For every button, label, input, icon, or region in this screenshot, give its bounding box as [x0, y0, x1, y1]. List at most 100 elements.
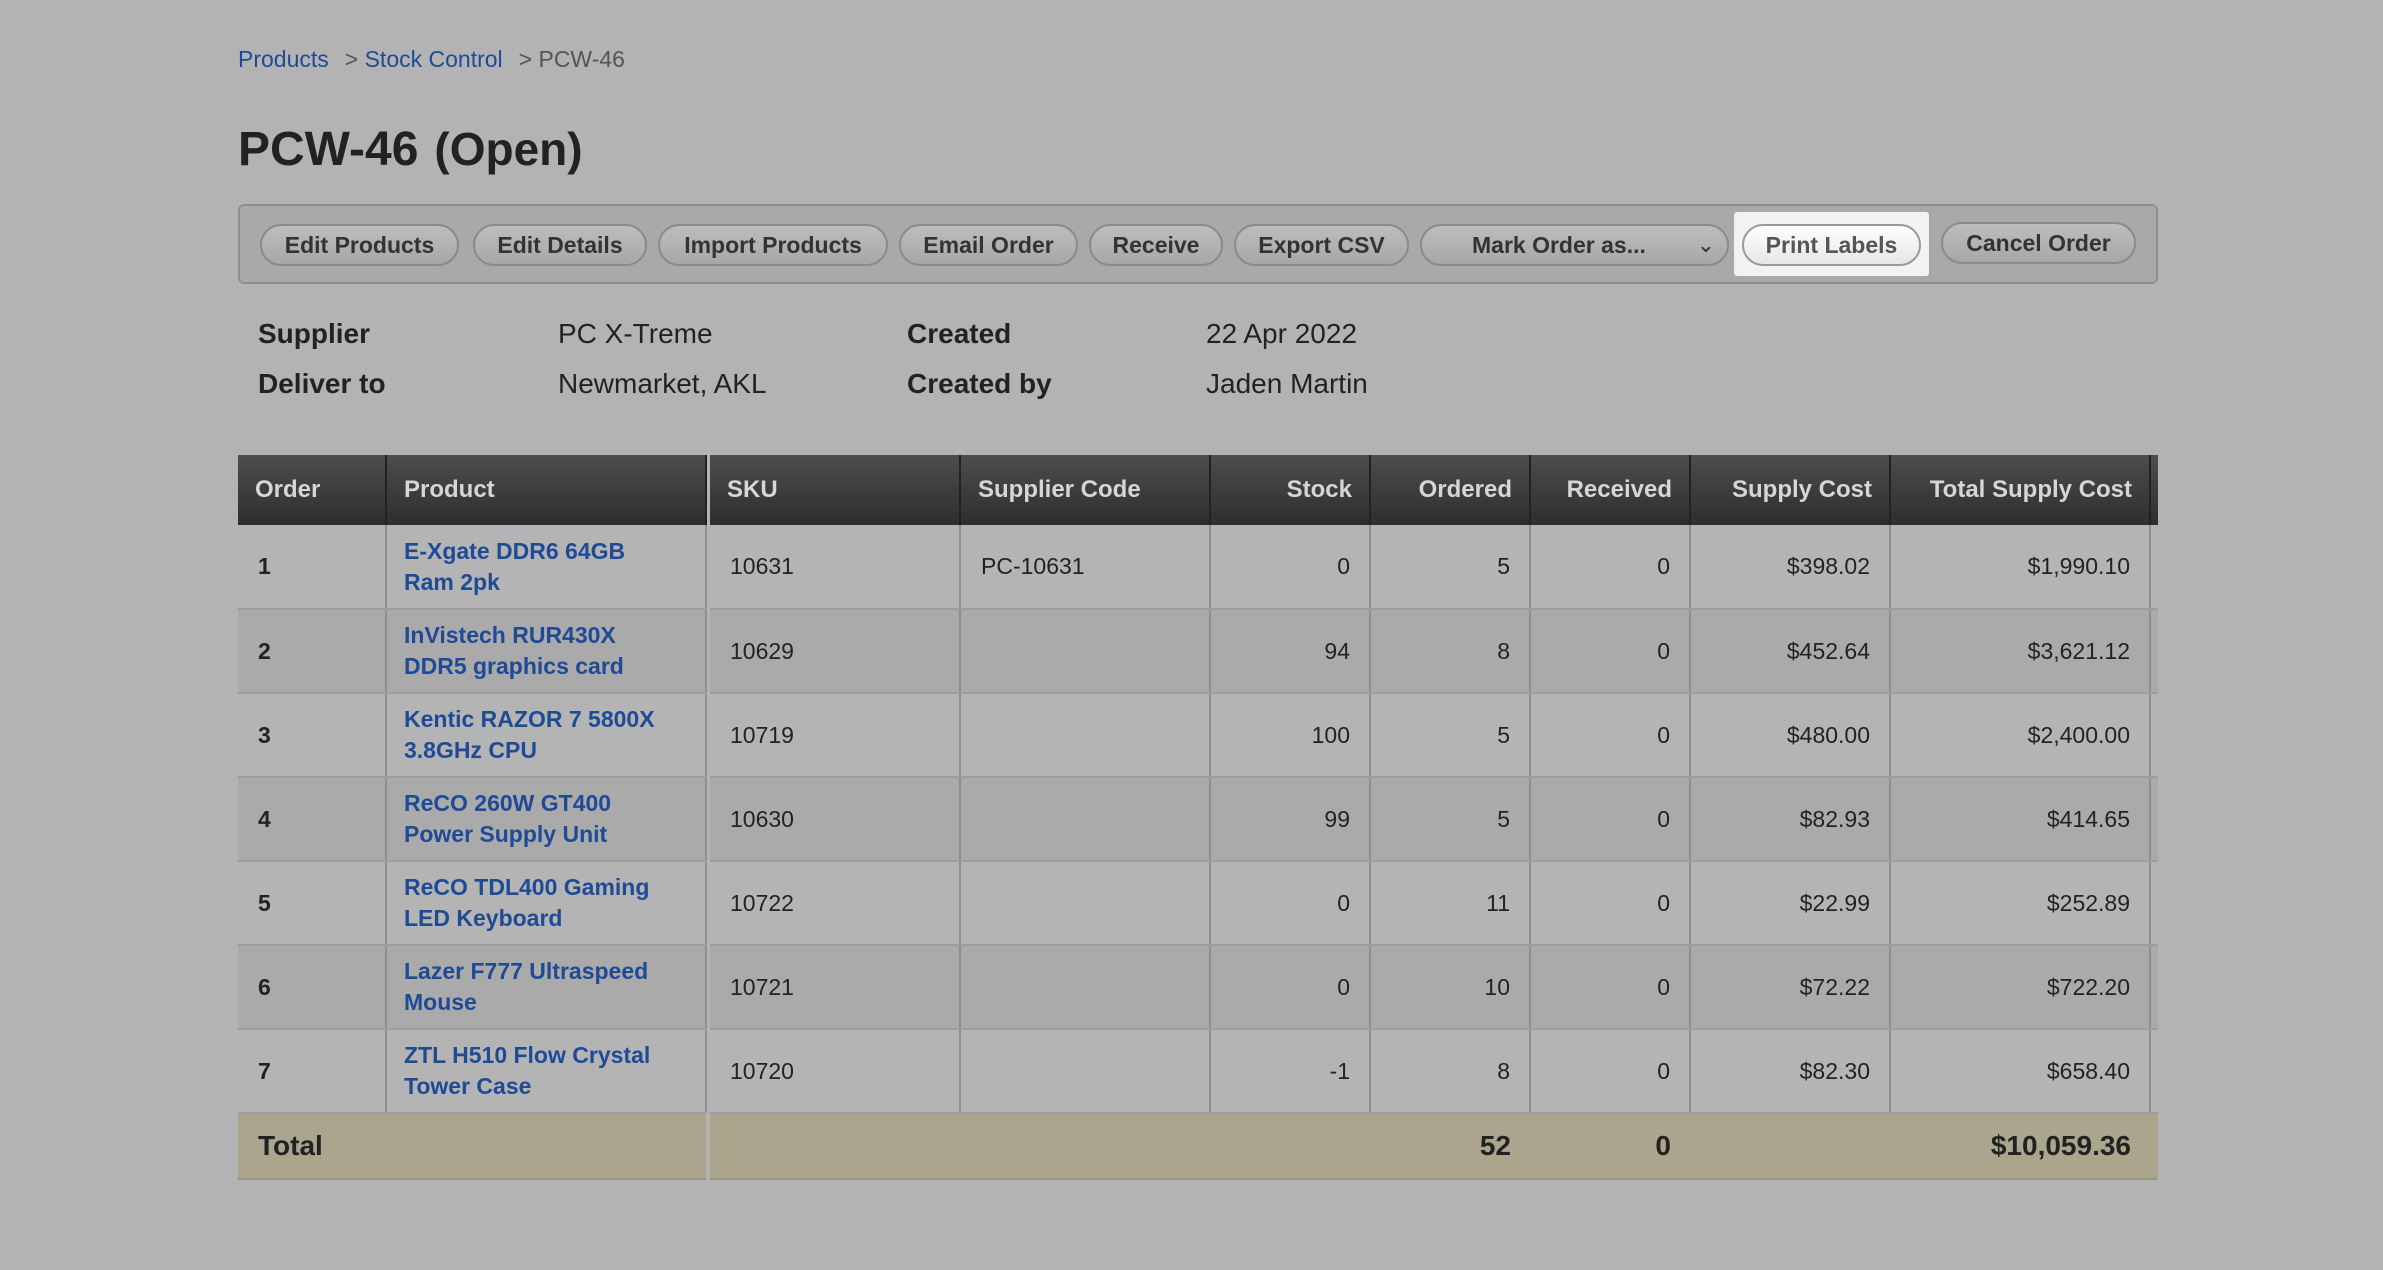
mark-order-as-select[interactable]: Mark Order as... ⌄ [1420, 224, 1729, 266]
breadcrumb-products-link[interactable]: Products [238, 46, 329, 73]
mark-order-as-label: Mark Order as... [1472, 231, 1646, 258]
toolbar: Edit Products Edit Details Import Produc… [238, 204, 2158, 284]
sku-cell: 10719 [710, 693, 961, 778]
email-order-button[interactable]: Email Order [899, 224, 1078, 266]
product-link[interactable]: Kentic RAZOR 7 5800X 3.8GHz CPU [404, 706, 655, 763]
stock-cell: 94 [1210, 609, 1371, 694]
total-supply-cost-cell: $3,621.12 [1890, 609, 2151, 694]
received-cell: 0 [1530, 777, 1691, 862]
import-products-button[interactable]: Import Products [658, 224, 888, 266]
table-row: 10722 0 11 0 $22.99 $252.89 [710, 861, 2158, 946]
product-link[interactable]: ZTL H510 Flow Crystal Tower Case [404, 1042, 650, 1099]
table-row: 10721 0 10 0 $72.22 $722.20 [710, 945, 2158, 1030]
product-name-line1: Lazer F777 Ultraspeed [404, 958, 649, 984]
stock-cell: -1 [1210, 1029, 1371, 1114]
order-status: (Open) [434, 123, 583, 175]
stock-cell: 0 [1210, 525, 1371, 610]
row-end-cell [2150, 861, 2158, 946]
print-labels-button[interactable]: Print Labels [1742, 224, 1921, 266]
table-row: 10720 -1 8 0 $82.30 $658.40 [710, 1029, 2158, 1114]
total-row: Total [238, 1113, 706, 1180]
product-cell: Kentic RAZOR 7 5800X 3.8GHz CPU [386, 693, 707, 778]
product-link[interactable]: InVistech RUR430X DDR5 graphics card [404, 622, 624, 679]
ordered-cell: 8 [1370, 1029, 1531, 1114]
received-cell: 0 [1530, 861, 1691, 946]
supply-cost-cell: $22.99 [1690, 861, 1891, 946]
column-header-sku[interactable]: SKU [710, 455, 961, 525]
edit-products-button[interactable]: Edit Products [260, 224, 459, 266]
column-header-ordered[interactable]: Ordered [1370, 455, 1531, 525]
product-name-line2: Tower Case [404, 1073, 532, 1099]
column-header-total-supply-cost[interactable]: Total Supply Cost [1890, 455, 2151, 525]
table-row: 2 InVistech RUR430X DDR5 graphics card [238, 609, 707, 694]
stock-cell: 99 [1210, 777, 1371, 862]
chevron-down-icon: ⌄ [1696, 232, 1715, 257]
product-link[interactable]: ReCO 260W GT400 Power Supply Unit [404, 790, 611, 847]
supplier-code-cell [960, 945, 1211, 1030]
product-link[interactable]: Lazer F777 Ultraspeed Mouse [404, 958, 648, 1015]
product-cell: E-Xgate DDR6 64GB Ram 2pk [386, 525, 707, 610]
created-value: 22 Apr 2022 [1206, 318, 1358, 349]
product-name-line1: E-Xgate DDR6 64GB [404, 537, 626, 564]
product-cell: InVistech RUR430X DDR5 graphics card [386, 609, 707, 694]
export-csv-button[interactable]: Export CSV [1234, 224, 1409, 266]
total-spacer [710, 1113, 1370, 1180]
stock-cell: 0 [1210, 945, 1371, 1030]
order-lines-table: SKU Supplier Code Stock Ordered Received… [710, 455, 2158, 1180]
page-title: PCW-46 (Open) [238, 122, 583, 177]
total-received: 0 [1530, 1113, 1690, 1180]
product-name-line2: 3.8GHz CPU [404, 737, 537, 763]
supplier-code-cell [960, 777, 1211, 862]
edit-details-button[interactable]: Edit Details [473, 224, 647, 266]
total-ordered: 52 [1370, 1113, 1530, 1180]
row-end-cell [2150, 1029, 2158, 1114]
table-row: 10719 100 5 0 $480.00 $2,400.00 [710, 693, 2158, 778]
supplier-code-cell: PC-10631 [960, 525, 1211, 610]
product-link[interactable]: ReCO TDL400 Gaming LED Keyboard [404, 874, 649, 931]
column-header-product[interactable]: Product [386, 455, 707, 525]
cancel-order-button[interactable]: Cancel Order [1941, 222, 2136, 264]
supplier-value: PC X-Treme [558, 318, 713, 349]
product-name-line2: DDR5 graphics card [404, 653, 624, 679]
product-name-line1: ZTL H510 Flow Crystal [404, 1042, 651, 1068]
total-supply-cost-cell: $414.65 [1890, 777, 2151, 862]
total-supply-cost: $10,059.36 [1690, 1113, 2150, 1180]
row-end-cell [2150, 945, 2158, 1030]
order-code: PCW-46 [238, 123, 419, 176]
product-name-line1: InVistech RUR430X [404, 622, 616, 648]
row-end-cell [2150, 693, 2158, 778]
total-supply-cost-cell: $1,990.10 [1890, 525, 2151, 610]
product-cell: ZTL H510 Flow Crystal Tower Case [386, 1029, 707, 1114]
product-name-line1: ReCO 260W GT400 [404, 790, 612, 816]
supplier-code-cell [960, 609, 1211, 694]
column-header-supply-cost[interactable]: Supply Cost [1690, 455, 1891, 525]
product-name-line2: Power Supply Unit [404, 821, 608, 847]
product-cell: ReCO TDL400 Gaming LED Keyboard [386, 861, 707, 946]
order-number-cell: 2 [238, 609, 387, 694]
breadcrumb-current: > PCW-46 [518, 46, 625, 72]
breadcrumb: Products > Stock Control > PCW-46 [238, 46, 625, 73]
breadcrumb-stock-control-link[interactable]: Stock Control [365, 46, 503, 72]
product-link[interactable]: E-Xgate DDR6 64GB Ram 2pk [404, 538, 625, 595]
product-cell: Lazer F777 Ultraspeed Mouse [386, 945, 707, 1030]
ordered-cell: 10 [1370, 945, 1531, 1030]
table-row: 10630 99 5 0 $82.93 $414.65 [710, 777, 2158, 862]
column-header-received[interactable]: Received [1530, 455, 1691, 525]
ordered-cell: 5 [1370, 777, 1531, 862]
received-cell: 0 [1530, 609, 1691, 694]
sku-cell: 10629 [710, 609, 961, 694]
order-lines-table-fixed: Order Product 1 E-Xgate DDR6 64GB Ram 2pk 2… [238, 455, 707, 1180]
product-name-line1: ReCO TDL400 Gaming [404, 874, 650, 900]
row-end-cell [2150, 777, 2158, 862]
row-end-cell [2150, 609, 2158, 694]
total-supply-cost-cell: $658.40 [1890, 1029, 2151, 1114]
column-header-order[interactable]: Order [238, 455, 387, 525]
order-number-cell: 3 [238, 693, 387, 778]
column-header-stock[interactable]: Stock [1210, 455, 1371, 525]
receive-button[interactable]: Receive [1089, 224, 1223, 266]
ordered-cell: 8 [1370, 609, 1531, 694]
received-cell: 0 [1530, 1029, 1691, 1114]
supply-cost-cell: $82.93 [1690, 777, 1891, 862]
table-row: 6 Lazer F777 Ultraspeed Mouse [238, 945, 707, 1030]
column-header-supplier-code[interactable]: Supplier Code [960, 455, 1211, 525]
